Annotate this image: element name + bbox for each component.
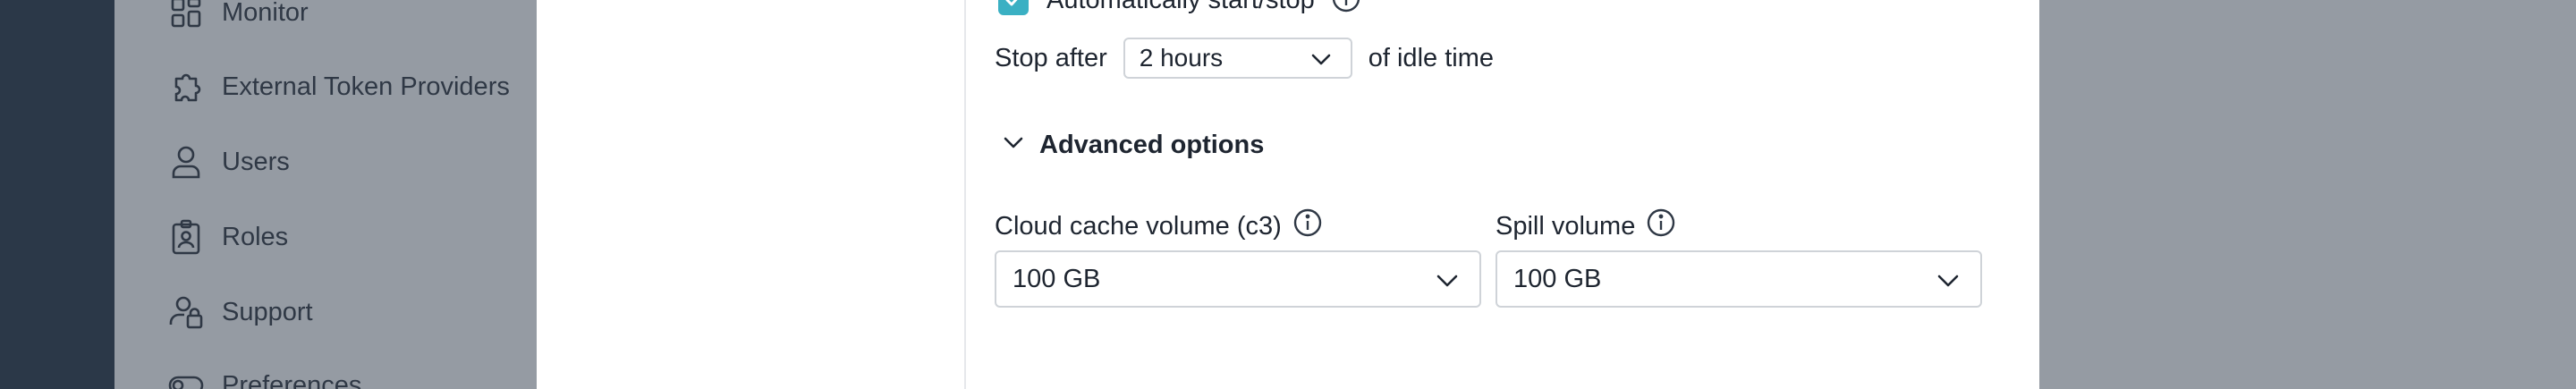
chevron-down-icon xyxy=(1311,44,1331,72)
stop-after-label: Stop after xyxy=(995,43,1107,72)
cloud-cache-select[interactable]: 100 GB xyxy=(995,250,1481,308)
stop-after-row: Stop after 2 hours of idle time xyxy=(995,38,1494,79)
chevron-down-icon xyxy=(1436,265,1458,294)
sidebar-item-label: Preferences xyxy=(222,370,362,389)
auto-start-stop-row: Automatically start/stop xyxy=(998,0,1361,16)
idle-time-suffix: of idle time xyxy=(1368,43,1494,72)
auto-start-stop-label: Automatically start/stop xyxy=(1046,0,1315,15)
sidebar-item-monitor[interactable]: Monitor xyxy=(168,0,309,35)
dashboard-icon xyxy=(168,0,204,30)
sidebar-item-roles[interactable]: Roles xyxy=(168,215,288,259)
spill-volume-select[interactable]: 100 GB xyxy=(1496,250,1982,308)
sidebar-item-label: External Token Providers xyxy=(222,72,510,101)
sidebar-item-users[interactable]: Users xyxy=(168,140,290,184)
spill-volume-label: Spill volume xyxy=(1496,211,1636,241)
info-icon[interactable] xyxy=(1292,207,1323,245)
sidebar: Monitor External Token Providers Users R… xyxy=(114,0,537,389)
advanced-options-toggle[interactable]: Advanced options xyxy=(1004,127,1264,163)
sidebar-item-support[interactable]: Support xyxy=(168,290,313,334)
chevron-down-icon xyxy=(1937,265,1959,294)
cloud-cache-label: Cloud cache volume (c3) xyxy=(995,211,1282,241)
idle-time-value: 2 hours xyxy=(1139,44,1224,72)
badge-icon xyxy=(168,219,204,255)
check-icon xyxy=(1005,0,1018,6)
modal-divider xyxy=(964,0,966,389)
cloud-cache-value: 100 GB xyxy=(1013,264,1101,293)
idle-time-select[interactable]: 2 hours xyxy=(1123,38,1352,79)
info-icon[interactable] xyxy=(1331,0,1361,18)
sidebar-item-label: Support xyxy=(222,297,313,326)
user-icon xyxy=(168,144,204,180)
spill-volume-label-row: Spill volume xyxy=(1496,207,1676,245)
puzzle-icon xyxy=(168,69,204,105)
chevron-down-icon xyxy=(1004,137,1023,154)
advanced-options-label: Advanced options xyxy=(1039,130,1265,159)
toggle-icon xyxy=(168,368,204,389)
sidebar-item-preferences[interactable]: Preferences xyxy=(168,363,361,389)
spill-volume-value: 100 GB xyxy=(1513,264,1602,293)
support-icon xyxy=(168,294,204,330)
info-icon[interactable] xyxy=(1646,207,1676,245)
app-rail xyxy=(0,0,114,389)
modal-dialog: Automatically start/stop Stop after 2 ho… xyxy=(537,0,2039,389)
sidebar-item-label: Users xyxy=(222,147,290,176)
sidebar-item-label: Monitor xyxy=(222,0,309,27)
sidebar-item-label: Roles xyxy=(222,222,289,251)
cloud-cache-label-row: Cloud cache volume (c3) xyxy=(995,207,1323,245)
sidebar-item-external-token-providers[interactable]: External Token Providers xyxy=(168,64,510,109)
auto-start-stop-checkbox[interactable] xyxy=(998,0,1029,15)
